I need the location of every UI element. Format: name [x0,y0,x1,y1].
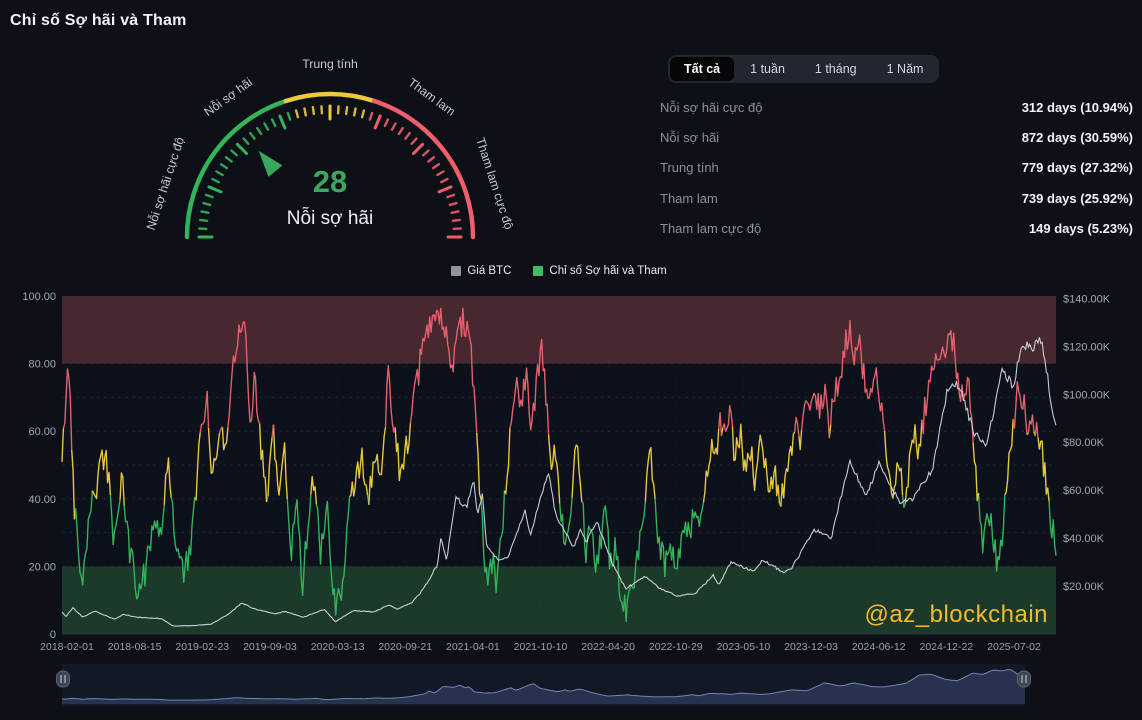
stat-row-2[interactable]: Trung tính 779 days (27.32%) [660,153,1133,183]
svg-text:2021-10-10: 2021-10-10 [514,641,568,653]
stat-label: Nỗi sợ hãi cực độ [660,100,763,115]
svg-text:2019-09-03: 2019-09-03 [243,641,297,653]
main-chart[interactable]: 0 20.00 40.00 60.00 80.00 100.00 $20.00K $40.00… [0,260,1142,658]
svg-text:2018-08-15: 2018-08-15 [108,641,162,653]
svg-text:2022-10-29: 2022-10-29 [649,641,703,653]
gauge-zone-label: Nỗi sợ hãi [201,74,255,119]
gauge-zone-label: Trung tính [302,57,358,71]
svg-text:2020-09-21: 2020-09-21 [378,641,432,653]
stat-row-0[interactable]: Nỗi sợ hãi cực độ 312 days (10.94%) [660,92,1133,122]
svg-text:2021-04-01: 2021-04-01 [446,641,500,653]
stat-value: 739 days (25.92%) [1022,191,1133,206]
gauge-zone-label: Tham lam [405,75,457,118]
range-tabs: Tất cả1 tuần1 tháng1 Năm [668,55,939,83]
range-tab-1[interactable]: 1 tuần [736,57,799,81]
stats-panel: Nỗi sợ hãi cực độ312 days (10.94%)Nỗi sợ… [660,92,1133,244]
svg-text:$100.00K: $100.00K [1063,389,1111,401]
gauge-value-label: Nỗi sợ hãi [287,207,373,229]
stat-value: 872 days (30.59%) [1022,130,1133,145]
svg-text:$140.00K: $140.00K [1063,293,1111,305]
svg-text:20.00: 20.00 [28,561,56,573]
watermark: @az_blockchain [865,601,1048,629]
stat-label: Nỗi sợ hãi [660,130,719,145]
svg-text:2023-12-03: 2023-12-03 [784,641,838,653]
stat-label: Tham lam cực độ [660,221,761,236]
range-tab-0[interactable]: Tất cả [670,57,734,81]
stat-value: 312 days (10.94%) [1022,100,1133,115]
stat-row-3[interactable]: Tham lam 739 days (25.92%) [660,183,1133,213]
navigator-handle-left[interactable] [57,671,70,687]
left-axis-labels: 0 20.00 40.00 60.00 80.00 100.00 [22,291,56,641]
svg-text:2024-12-22: 2024-12-22 [919,641,973,653]
range-tab-3[interactable]: 1 Năm [873,57,938,81]
svg-text:60.00: 60.00 [28,426,56,438]
svg-text:$20.00K: $20.00K [1063,581,1105,593]
range-tab-2[interactable]: 1 tháng [801,57,871,81]
gauge-zone-label: Tham lam cực độ [473,136,516,231]
svg-text:2020-03-13: 2020-03-13 [311,641,365,653]
gauge-value: 28 [313,164,347,199]
stat-row-4[interactable]: Tham lam cực độ 149 days (5.23%) [660,214,1133,244]
gauge-zone-labels: Nỗi sợ hãi cực độ Nỗi sợ hãi Trung tính Tha… [143,57,516,232]
svg-text:2025-07-02: 2025-07-02 [987,641,1041,653]
svg-text:$80.00K: $80.00K [1063,437,1105,449]
svg-text:0: 0 [50,629,56,641]
svg-text:$120.00K: $120.00K [1063,341,1111,353]
x-axis-labels: 2018-02-01 2018-08-15 2019-02-23 2019-09-03… [40,641,1041,653]
right-axis-labels: $20.00K $40.00K $60.00K $80.00K $100.00K $120… [1063,293,1111,593]
svg-text:$40.00K: $40.00K [1063,533,1105,545]
range-navigator[interactable] [62,658,1025,708]
fear-greed-gauge: Nỗi sợ hãi cực độ Nỗi sợ hãi Trung tính Tha… [100,40,570,258]
gauge-needle [259,151,283,177]
svg-text:$60.00K: $60.00K [1063,485,1105,497]
page-title: Chỉ số Sợ hãi và Tham [10,12,187,30]
svg-text:40.00: 40.00 [28,494,56,506]
navigator-handle-right[interactable] [1018,671,1031,687]
svg-text:2022-04-20: 2022-04-20 [581,641,635,653]
svg-text:2018-02-01: 2018-02-01 [40,641,94,653]
stat-label: Tham lam [660,191,718,206]
svg-text:80.00: 80.00 [28,359,56,371]
svg-text:2024-06-12: 2024-06-12 [852,641,906,653]
stat-value: 149 days (5.23%) [1029,221,1133,236]
gauge-zone-label: Nỗi sợ hãi cực độ [143,135,187,232]
stat-value: 779 days (27.32%) [1022,160,1133,175]
svg-text:2023-05-10: 2023-05-10 [717,641,771,653]
svg-text:100.00: 100.00 [22,291,56,303]
stat-row-1[interactable]: Nỗi sợ hãi 872 days (30.59%) [660,122,1133,152]
stat-label: Trung tính [660,160,719,175]
svg-text:2019-02-23: 2019-02-23 [175,641,229,653]
